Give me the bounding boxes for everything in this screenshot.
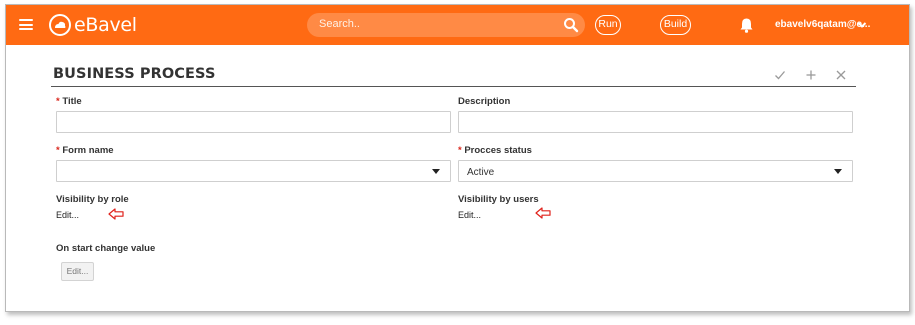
process-status-label: * Procces status bbox=[458, 145, 532, 156]
visibility-by-role-edit-link[interactable]: Edit... bbox=[56, 210, 79, 220]
plus-icon[interactable] bbox=[805, 69, 817, 81]
left-arrow-icon bbox=[535, 207, 551, 219]
on-start-edit-button[interactable]: Edit... bbox=[61, 262, 94, 281]
process-status-value: Active bbox=[467, 167, 495, 178]
close-icon[interactable] bbox=[835, 69, 847, 81]
dropdown-caret-icon bbox=[834, 169, 842, 174]
search-icon[interactable] bbox=[563, 17, 579, 33]
bell-icon[interactable] bbox=[739, 17, 754, 33]
visibility-by-users-label: Visibility by users bbox=[458, 194, 539, 205]
brand-name: eBavel bbox=[74, 14, 137, 36]
dropdown-caret-icon bbox=[432, 169, 440, 174]
process-status-label-text: Procces status bbox=[464, 145, 532, 156]
build-button[interactable]: Build bbox=[660, 15, 691, 35]
top-navigation-bar: eBavel Search.. Run Build ebavelv6qatam@… bbox=[6, 5, 909, 45]
required-marker: * bbox=[458, 145, 462, 156]
form-name-label: * Form name bbox=[56, 145, 114, 156]
chevron-down-icon[interactable] bbox=[857, 20, 867, 30]
description-input[interactable] bbox=[458, 111, 853, 133]
run-button[interactable]: Run bbox=[595, 15, 621, 35]
title-divider bbox=[51, 86, 856, 87]
check-icon[interactable] bbox=[774, 69, 786, 81]
required-marker: * bbox=[56, 145, 60, 156]
left-arrow-icon bbox=[108, 208, 124, 220]
required-marker: * bbox=[56, 96, 60, 107]
on-start-change-value-label: On start change value bbox=[56, 243, 156, 254]
search-bar[interactable]: Search.. bbox=[307, 13, 585, 37]
process-status-select[interactable]: Active bbox=[458, 160, 853, 182]
hamburger-menu-icon[interactable] bbox=[19, 19, 33, 30]
title-input[interactable] bbox=[56, 111, 451, 133]
title-label-text: Title bbox=[62, 96, 82, 107]
form-name-label-text: Form name bbox=[62, 145, 114, 156]
search-input[interactable]: Search.. bbox=[319, 18, 360, 30]
app-window: eBavel Search.. Run Build ebavelv6qatam@… bbox=[5, 4, 910, 312]
description-label: Description bbox=[458, 96, 511, 107]
title-label: * Title bbox=[56, 96, 82, 107]
visibility-by-users-edit-link[interactable]: Edit... bbox=[458, 210, 481, 220]
ebavel-logo-icon bbox=[49, 14, 71, 36]
form-name-select[interactable] bbox=[56, 160, 451, 182]
page-title: BUSINESS PROCESS bbox=[53, 66, 216, 82]
visibility-by-role-label: Visibility by role bbox=[56, 194, 129, 205]
